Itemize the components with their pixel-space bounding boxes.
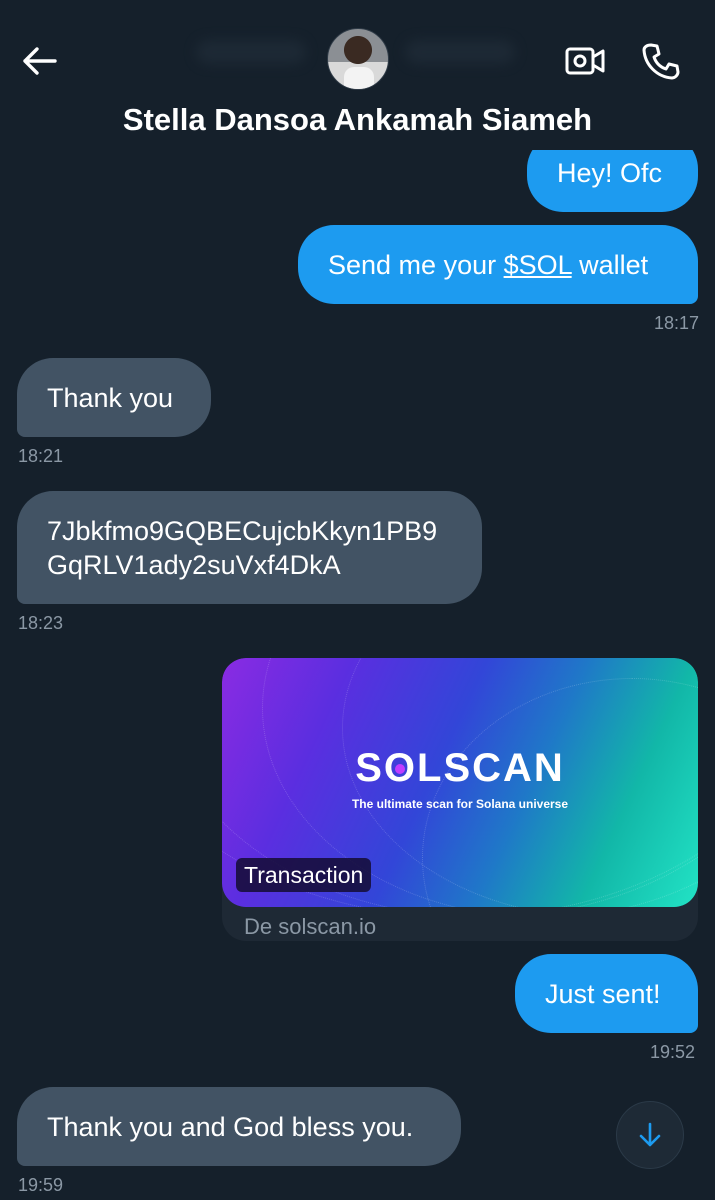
message-timestamp: 19:52: [650, 1042, 696, 1062]
solscan-logo: SOLSCAN: [355, 746, 565, 790]
arrow-left-icon: [23, 47, 57, 75]
message-bubble-incoming[interactable]: Thank you: [17, 358, 211, 437]
message-text: Thank you: [47, 382, 174, 413]
cashtag-link[interactable]: $SOL: [504, 250, 572, 280]
message-timestamp: 18:17: [654, 313, 700, 333]
voice-call-button[interactable]: [636, 36, 686, 86]
message-text: Hey! Ofc: [557, 157, 663, 188]
message-bubble-incoming[interactable]: 7Jbkfmo9GQBECujcbKkyn1PB9 GqRLV1ady2suVx…: [17, 491, 482, 604]
scroll-to-bottom-button[interactable]: [616, 1101, 684, 1169]
arrow-down-icon: [639, 1122, 661, 1147]
contact-name[interactable]: Stella Dansoa Ankamah Siameh: [0, 102, 715, 138]
message-text-line: GqRLV1ady2suVxf4DkA: [47, 549, 341, 580]
message-bubble-incoming[interactable]: Thank you and God bless you.: [17, 1087, 461, 1166]
message-text-line: 7Jbkfmo9GQBECujcbKkyn1PB9: [47, 515, 438, 546]
contact-avatar[interactable]: [327, 28, 389, 90]
link-preview-card[interactable]: SOLSCAN The ultimate scan for Solana uni…: [222, 658, 698, 941]
back-button[interactable]: [14, 36, 64, 86]
message-text-part: wallet: [571, 249, 649, 280]
video-call-button[interactable]: [560, 36, 610, 86]
message-timestamp: 18:21: [18, 446, 64, 466]
blurred-handle: [405, 40, 515, 64]
message-text: Thank you and God bless you.: [47, 1111, 414, 1142]
conversation-header: Stella Dansoa Ankamah Siameh: [0, 0, 715, 150]
message-text-part: Send me your: [328, 249, 504, 280]
link-card-domain: De solscan.io: [244, 914, 377, 939]
solscan-tagline: The ultimate scan for Solana universe: [351, 797, 569, 811]
message-bubble-outgoing[interactable]: Send me your $SOL wallet: [298, 225, 698, 304]
link-preview-image: SOLSCAN The ultimate scan for Solana uni…: [222, 658, 698, 907]
message-timestamp: 19:59: [18, 1175, 64, 1195]
link-card-badge: Transaction: [236, 858, 372, 892]
dm-conversation-screen: Hey! Ofc Send me your $SOL wallet 18:17 …: [0, 0, 715, 1200]
message-bubble-outgoing[interactable]: Just sent!: [515, 954, 698, 1033]
blurred-handle: [196, 40, 306, 64]
message-text: Send me your $SOL wallet: [328, 248, 648, 282]
phone-icon: [642, 43, 680, 80]
message-timestamp: 18:23: [18, 613, 64, 633]
message-text: Just sent!: [545, 978, 661, 1009]
video-camera-icon: [565, 47, 605, 75]
